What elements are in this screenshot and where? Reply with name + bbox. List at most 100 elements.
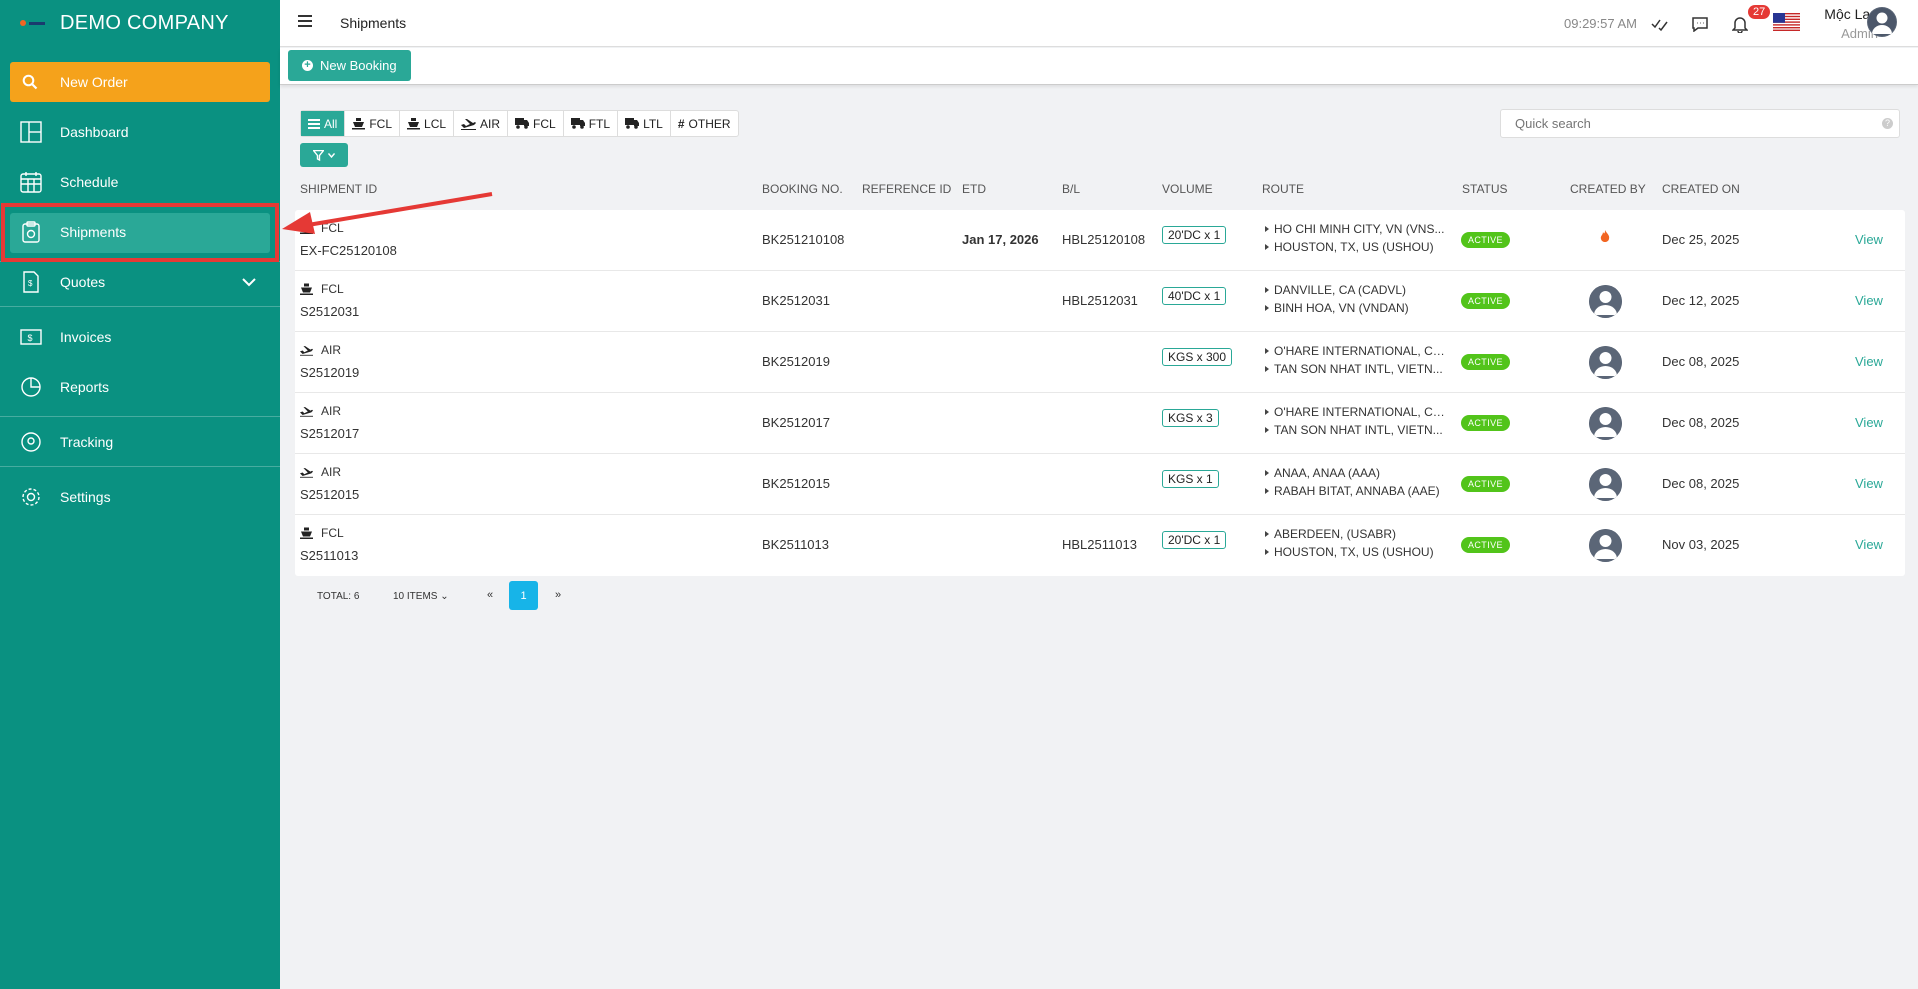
status-badge: ACTIVE — [1461, 293, 1510, 309]
filter-ftl[interactable]: FTL — [564, 111, 619, 136]
new-order-button[interactable]: New Order — [10, 62, 270, 102]
chevron-down-icon: ⌄ — [440, 591, 449, 602]
sidebar-item-quotes[interactable]: $ Quotes — [0, 259, 280, 305]
filter-air[interactable]: AIR — [454, 111, 509, 136]
filter-label: AIR — [480, 116, 501, 131]
menu-toggle-icon[interactable] — [298, 15, 312, 27]
col-route[interactable]: ROUTE — [1262, 182, 1304, 196]
filter-fcl[interactable]: FCL — [345, 111, 401, 136]
col-bl[interactable]: B/L — [1062, 182, 1080, 196]
filter-lcl[interactable]: LCL — [400, 111, 455, 136]
prev-page-button[interactable]: « — [487, 589, 493, 601]
chat-icon[interactable] — [1690, 14, 1710, 34]
filter-label: FTL — [588, 116, 611, 131]
truck-icon — [570, 118, 585, 129]
next-page-button[interactable]: » — [555, 589, 561, 601]
ship-icon — [300, 527, 313, 539]
new-booking-label: New Booking — [320, 58, 397, 73]
new-booking-button[interactable]: + New Booking — [288, 50, 411, 81]
sidebar-item-invoices[interactable]: $ Invoices — [0, 314, 280, 360]
page-title: Shipments — [340, 15, 407, 31]
bell-icon[interactable] — [1730, 14, 1750, 34]
chevron-down-icon — [328, 152, 335, 158]
col-created-on[interactable]: CREATED ON — [1662, 182, 1740, 196]
route-destination: HOUSTON, TX, US (USHOU) — [1265, 240, 1450, 254]
shipment-id: S2512019 — [300, 365, 360, 380]
location-icon — [20, 431, 42, 453]
status-badge: ACTIVE — [1461, 476, 1510, 492]
search-input[interactable] — [1500, 109, 1900, 138]
top-bar: Shipments 09:29:57 AM 27 Mộc Lan Admin — [280, 0, 1918, 47]
col-status[interactable]: STATUS — [1462, 182, 1508, 196]
advanced-filter-button[interactable] — [300, 143, 348, 167]
col-reference-id[interactable]: REFERENCE ID — [862, 182, 951, 196]
sidebar-item-reports[interactable]: Reports — [0, 364, 280, 410]
view-link[interactable]: View — [1855, 293, 1883, 308]
view-link[interactable]: View — [1855, 354, 1883, 369]
filter-ltl[interactable]: LTL — [618, 111, 671, 136]
filter-label: FCL — [369, 116, 393, 131]
sidebar-item-label: Quotes — [60, 274, 106, 290]
filter-all[interactable]: All — [301, 111, 346, 136]
tasks-icon[interactable] — [1650, 14, 1670, 34]
route-origin: O'HARE INTERNATIONAL, CH... — [1265, 344, 1450, 358]
route-origin: DANVILLE, CA (CADVL) — [1265, 283, 1450, 297]
help-icon[interactable]: ? — [1882, 118, 1893, 129]
sidebar-item-label: Tracking — [60, 434, 114, 450]
dashboard-icon — [20, 121, 42, 143]
page-1-button[interactable]: 1 — [509, 581, 538, 610]
created-on: Dec 12, 2025 — [1662, 293, 1740, 308]
sidebar-item-dashboard[interactable]: Dashboard — [0, 109, 280, 155]
sidebar-item-label: Reports — [60, 379, 110, 395]
avatar — [1589, 468, 1622, 501]
created-on: Dec 08, 2025 — [1662, 415, 1740, 430]
shipment-id: S2512031 — [300, 304, 360, 319]
sidebar-item-tracking[interactable]: Tracking — [0, 419, 280, 465]
filter-label: OTHER — [688, 116, 731, 131]
status-badge: ACTIVE — [1461, 415, 1510, 431]
chevron-down-icon[interactable] — [242, 277, 256, 287]
plane-icon — [300, 467, 313, 478]
col-etd[interactable]: ETD — [962, 182, 986, 196]
col-volume[interactable]: VOLUME — [1162, 182, 1213, 196]
created-on: Dec 25, 2025 — [1662, 232, 1740, 247]
filter-truck-fcl[interactable]: FCL — [508, 111, 564, 136]
view-link[interactable]: View — [1855, 232, 1883, 247]
us-flag-icon[interactable] — [1773, 13, 1800, 31]
table-row[interactable]: FCL S2511013 BK2511013 HBL2511013 20'DC … — [295, 515, 1905, 576]
table-row[interactable]: FCL S2512031 BK2512031 HBL2512031 40'DC … — [295, 271, 1905, 332]
mode-label: FCL — [300, 526, 344, 540]
mode-label: AIR — [300, 404, 341, 418]
total-count: TOTAL: 6 — [317, 591, 360, 602]
page-size-label: 10 ITEMS — [393, 591, 438, 602]
ship-icon — [300, 283, 313, 295]
route-origin: O'HARE INTERNATIONAL, CH... — [1265, 405, 1450, 419]
avatar[interactable] — [1867, 7, 1897, 37]
view-link[interactable]: View — [1855, 415, 1883, 430]
created-on: Dec 08, 2025 — [1662, 476, 1740, 491]
shipment-id: EX-FC25120108 — [300, 243, 397, 258]
route-destination: BINH HOA, VN (VNDAN) — [1265, 301, 1450, 315]
page-size-select[interactable]: 10 ITEMS ⌄ — [393, 591, 449, 602]
table-row[interactable]: FCL EX-FC25120108 BK251210108 Jan 17, 20… — [295, 210, 1905, 271]
sidebar-item-settings[interactable]: Settings — [0, 474, 280, 520]
filter-label: FCL — [533, 116, 556, 131]
table-row[interactable]: AIR S2512015 BK2512015 KGS x 1 ANAA, ANA… — [295, 454, 1905, 515]
mode-text: AIR — [321, 343, 342, 357]
booking-no: BK2512019 — [762, 354, 830, 369]
created-on: Nov 03, 2025 — [1662, 537, 1740, 552]
table-row[interactable]: AIR S2512019 BK2512019 KGS x 300 O'HARE … — [295, 332, 1905, 393]
view-link[interactable]: View — [1855, 476, 1883, 491]
filter-other[interactable]: # OTHER — [671, 111, 738, 136]
col-created-by[interactable]: CREATED BY — [1570, 182, 1646, 196]
route-origin: ANAA, ANAA (AAA) — [1265, 466, 1450, 480]
col-booking-no[interactable]: BOOKING NO. — [762, 182, 843, 196]
clock: 09:29:57 AM — [1564, 16, 1637, 31]
brand[interactable]: DEMO COMPANY — [0, 0, 280, 46]
table-row[interactable]: AIR S2512017 BK2512017 KGS x 3 O'HARE IN… — [295, 393, 1905, 454]
volume-badge: KGS x 300 — [1162, 348, 1233, 366]
view-link[interactable]: View — [1855, 537, 1883, 552]
plane-icon — [300, 345, 313, 356]
svg-text:$: $ — [28, 333, 33, 343]
sidebar-item-schedule[interactable]: Schedule — [0, 159, 280, 205]
